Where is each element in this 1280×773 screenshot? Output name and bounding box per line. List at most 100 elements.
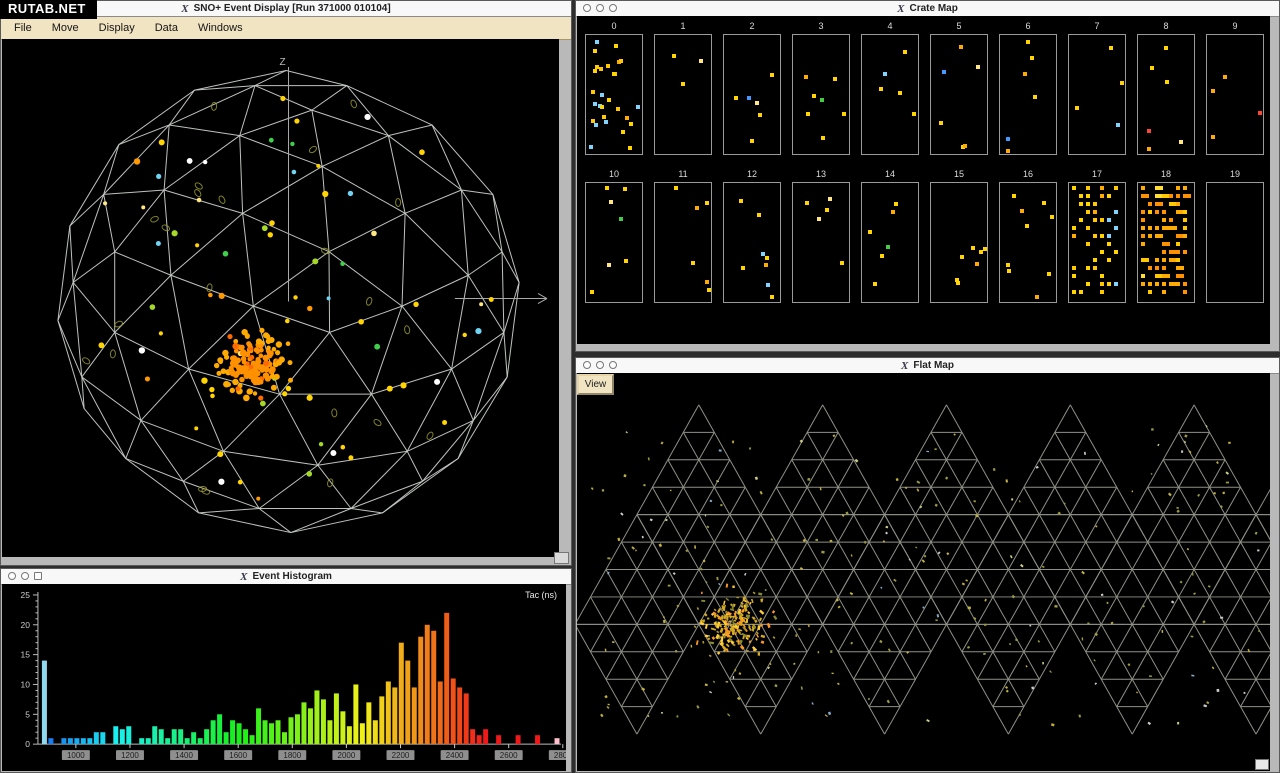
crate-label: 1 — [654, 21, 712, 34]
crate-panel-0[interactable] — [585, 34, 643, 155]
pmt-hit — [764, 263, 768, 267]
crate-label: 11 — [654, 169, 712, 182]
window-buttons[interactable] — [583, 4, 617, 12]
crate-panel-18[interactable] — [1137, 182, 1195, 303]
menu-item-display[interactable]: Display — [90, 19, 144, 37]
pmt-hit — [886, 245, 890, 249]
pmt-hit — [1155, 186, 1163, 190]
crate-cell: 4 — [861, 16, 919, 155]
pmt-hit — [1147, 147, 1151, 151]
pmt-hit — [1086, 226, 1090, 230]
svg-text:1200: 1200 — [121, 751, 139, 760]
event-display-canvas[interactable]: Z — [2, 39, 559, 557]
crate-label: 18 — [1137, 169, 1195, 182]
window-button[interactable] — [21, 572, 29, 580]
window-button[interactable] — [34, 572, 42, 580]
crate-panel-2[interactable] — [723, 34, 781, 155]
pmt-hit — [1148, 234, 1152, 238]
pmt-hit — [942, 70, 946, 74]
pmt-hit — [602, 115, 606, 119]
resize-corner[interactable] — [1255, 759, 1269, 770]
event-histogram-canvas[interactable]: 0510152025100012001400160018002000220024… — [2, 584, 566, 771]
pmt-hit — [1100, 218, 1104, 222]
flat-map-canvas[interactable] — [577, 373, 1270, 771]
pmt-hit — [1148, 210, 1152, 214]
pmt-hit — [891, 210, 895, 214]
crate-label: 10 — [585, 169, 643, 182]
crate-panel-3[interactable] — [792, 34, 850, 155]
crate-panel-16[interactable] — [999, 182, 1057, 303]
pmt-hit — [898, 91, 902, 95]
crate-panel-19[interactable] — [1206, 182, 1264, 303]
crate-panel-8[interactable] — [1137, 34, 1195, 155]
window-buttons[interactable] — [583, 361, 617, 369]
pmt-hit — [805, 201, 809, 205]
menu-item-move[interactable]: Move — [43, 19, 88, 37]
event-histogram-titlebar[interactable]: X Event Histogram — [1, 569, 571, 585]
pmt-hit — [1176, 242, 1180, 246]
pmt-hit — [963, 144, 967, 148]
pmt-hit — [821, 136, 825, 140]
window-button[interactable] — [596, 4, 604, 12]
pmt-hit — [770, 295, 774, 299]
crate-label: 5 — [930, 21, 988, 34]
window-buttons[interactable] — [8, 572, 42, 580]
crate-panel-15[interactable] — [930, 182, 988, 303]
flat-map-titlebar[interactable]: X Flat Map — [576, 358, 1279, 374]
crate-map-window: X Crate Map 0123456789101112131415161718… — [575, 0, 1280, 352]
pmt-hit — [1114, 282, 1118, 286]
pmt-hit — [960, 255, 964, 259]
window-button[interactable] — [609, 361, 617, 369]
view-menu-button[interactable]: View — [577, 374, 614, 395]
crate-label: 19 — [1206, 169, 1264, 182]
pmt-hit — [770, 73, 774, 77]
pmt-hit — [734, 96, 738, 100]
pmt-hit — [1107, 194, 1111, 198]
crate-label: 2 — [723, 21, 781, 34]
pmt-hit — [593, 49, 597, 53]
pmt-hit — [1086, 266, 1090, 270]
pmt-hit — [817, 217, 821, 221]
crate-cell: 9 — [1206, 16, 1264, 155]
crate-panel-9[interactable] — [1206, 34, 1264, 155]
x11-logo-icon: X — [901, 359, 908, 373]
tac-histogram: 0510152025100012001400160018002000220024… — [2, 584, 566, 771]
crate-panel-10[interactable] — [585, 182, 643, 303]
crate-panel-1[interactable] — [654, 34, 712, 155]
pmt-hit — [1114, 250, 1118, 254]
svg-text:1400: 1400 — [175, 751, 193, 760]
pmt-hit — [1100, 274, 1104, 278]
window-button[interactable] — [8, 572, 16, 580]
pmt-hit — [971, 246, 975, 250]
resize-corner[interactable] — [554, 552, 569, 564]
detector-sphere-view[interactable]: Z — [2, 39, 559, 557]
crate-map-titlebar[interactable]: X Crate Map — [576, 1, 1279, 17]
pmt-hit — [674, 186, 678, 190]
menu-item-windows[interactable]: Windows — [189, 19, 252, 37]
window-button[interactable] — [609, 4, 617, 12]
crate-map-canvas[interactable]: 012345678910111213141516171819 — [577, 16, 1270, 344]
crate-panel-7[interactable] — [1068, 34, 1126, 155]
window-button[interactable] — [596, 361, 604, 369]
crate-panel-5[interactable] — [930, 34, 988, 155]
crate-panel-14[interactable] — [861, 182, 919, 303]
crate-label: 9 — [1206, 21, 1264, 34]
pmt-hit — [1079, 218, 1083, 222]
menu-item-data[interactable]: Data — [146, 19, 187, 37]
flat-map-view[interactable] — [577, 373, 1270, 771]
crate-panel-17[interactable] — [1068, 182, 1126, 303]
window-button[interactable] — [583, 361, 591, 369]
pmt-hit — [624, 259, 628, 263]
menu-item-file[interactable]: File — [5, 19, 41, 37]
crate-panel-11[interactable] — [654, 182, 712, 303]
crate-label: 15 — [930, 169, 988, 182]
crate-panel-13[interactable] — [792, 182, 850, 303]
pmt-hit — [1183, 194, 1191, 198]
pmt-hit — [903, 50, 907, 54]
crate-panel-6[interactable] — [999, 34, 1057, 155]
crate-panel-12[interactable] — [723, 182, 781, 303]
pmt-hit — [1155, 226, 1159, 230]
window-button[interactable] — [583, 4, 591, 12]
crate-label: 7 — [1068, 21, 1126, 34]
crate-panel-4[interactable] — [861, 34, 919, 155]
